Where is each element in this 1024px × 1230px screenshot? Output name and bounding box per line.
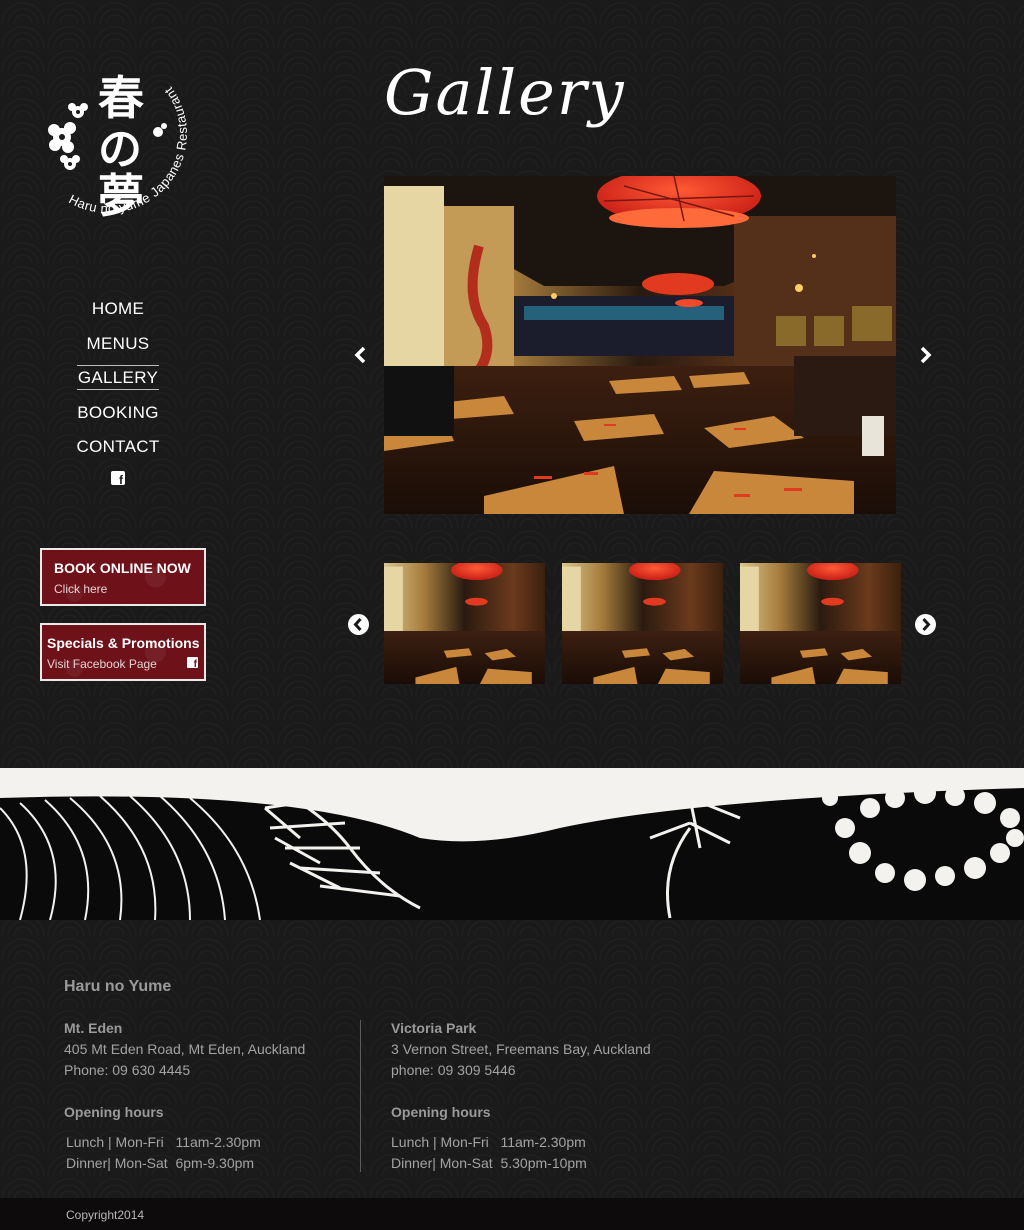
location-address: 405 Mt Eden Road, Mt Eden, Auckland bbox=[64, 1041, 306, 1057]
location-phone[interactable]: Phone: 09 630 4445 bbox=[64, 1060, 305, 1081]
restaurant-logo[interactable]: 春 の 夢 Haru no yume Japanes Restaurant bbox=[38, 52, 213, 237]
hours-dinner: Dinner| Mon-Sat 6pm-9.30pm bbox=[66, 1155, 255, 1171]
nav-contact[interactable]: CONTACT bbox=[58, 434, 178, 469]
gallery-thumbnail[interactable] bbox=[384, 563, 545, 684]
main-gallery-image[interactable] bbox=[384, 176, 896, 514]
footer-divider bbox=[360, 1020, 361, 1172]
location-name: Mt. Eden bbox=[64, 1020, 123, 1036]
sidebar: 春 の 夢 Haru no yume Japanes Restaurant HO… bbox=[0, 0, 240, 740]
book-online-sub: Click here bbox=[54, 582, 108, 596]
opening-hours-title: Opening hours bbox=[391, 1104, 491, 1120]
specials-sub: Visit Facebook Page bbox=[47, 657, 157, 671]
nav-home[interactable]: HOME bbox=[58, 296, 178, 331]
thumbs-next-button[interactable] bbox=[915, 614, 936, 635]
main-prev-arrow[interactable] bbox=[352, 346, 370, 364]
location-phone[interactable]: phone: 09 309 5446 bbox=[391, 1060, 651, 1081]
copyright-text: Copyright2014 bbox=[66, 1208, 145, 1222]
specials-title: Specials & Promotions bbox=[47, 635, 200, 651]
thumbs-prev-button[interactable] bbox=[348, 614, 369, 635]
svg-text:の: の bbox=[98, 124, 142, 175]
footer-brand: Haru no Yume bbox=[64, 978, 172, 995]
svg-text:春: 春 bbox=[98, 71, 144, 125]
location-victoria-park: Victoria Park 3 Vernon Street, Freemans … bbox=[391, 1018, 651, 1174]
specials-button[interactable]: Specials & Promotions Visit Facebook Pag… bbox=[40, 623, 206, 681]
book-online-title: BOOK ONLINE NOW bbox=[54, 560, 191, 576]
location-address: 3 Vernon Street, Freemans Bay, Auckland bbox=[391, 1041, 651, 1057]
gallery-thumbnail[interactable] bbox=[562, 563, 723, 684]
hours-lunch: Lunch | Mon-Fri 11am-2.30pm bbox=[391, 1134, 586, 1150]
facebook-icon[interactable] bbox=[111, 471, 125, 487]
chevron-left-icon bbox=[354, 346, 366, 364]
book-online-button[interactable]: BOOK ONLINE NOW Click here bbox=[40, 548, 206, 606]
facebook-icon bbox=[187, 657, 198, 670]
footer: Haru no Yume Mt. Eden 405 Mt Eden Road, … bbox=[0, 920, 1024, 1200]
location-name: Victoria Park bbox=[391, 1020, 477, 1036]
chevron-right-icon bbox=[922, 617, 931, 632]
location-mt-eden: Mt. Eden 405 Mt Eden Road, Mt Eden, Auck… bbox=[64, 1018, 305, 1174]
nav-gallery[interactable]: GALLERY bbox=[58, 365, 178, 400]
nav-menus[interactable]: MENUS bbox=[58, 331, 178, 366]
decorative-banner bbox=[0, 768, 1024, 920]
hours-dinner: Dinner| Mon-Sat 5.30pm-10pm bbox=[391, 1155, 587, 1171]
copyright-bar: Copyright2014 bbox=[0, 1198, 1024, 1230]
main-nav: HOME MENUS GALLERY BOOKING CONTACT bbox=[58, 296, 178, 469]
chevron-left-icon bbox=[353, 617, 362, 632]
gallery-thumbnail[interactable] bbox=[740, 563, 901, 684]
hours-lunch: Lunch | Mon-Fri 11am-2.30pm bbox=[66, 1134, 261, 1150]
main-next-arrow[interactable] bbox=[916, 346, 934, 364]
nav-booking[interactable]: BOOKING bbox=[58, 400, 178, 435]
page-title: Gallery bbox=[384, 56, 626, 129]
chevron-right-icon bbox=[920, 346, 932, 364]
opening-hours-title: Opening hours bbox=[64, 1104, 164, 1120]
